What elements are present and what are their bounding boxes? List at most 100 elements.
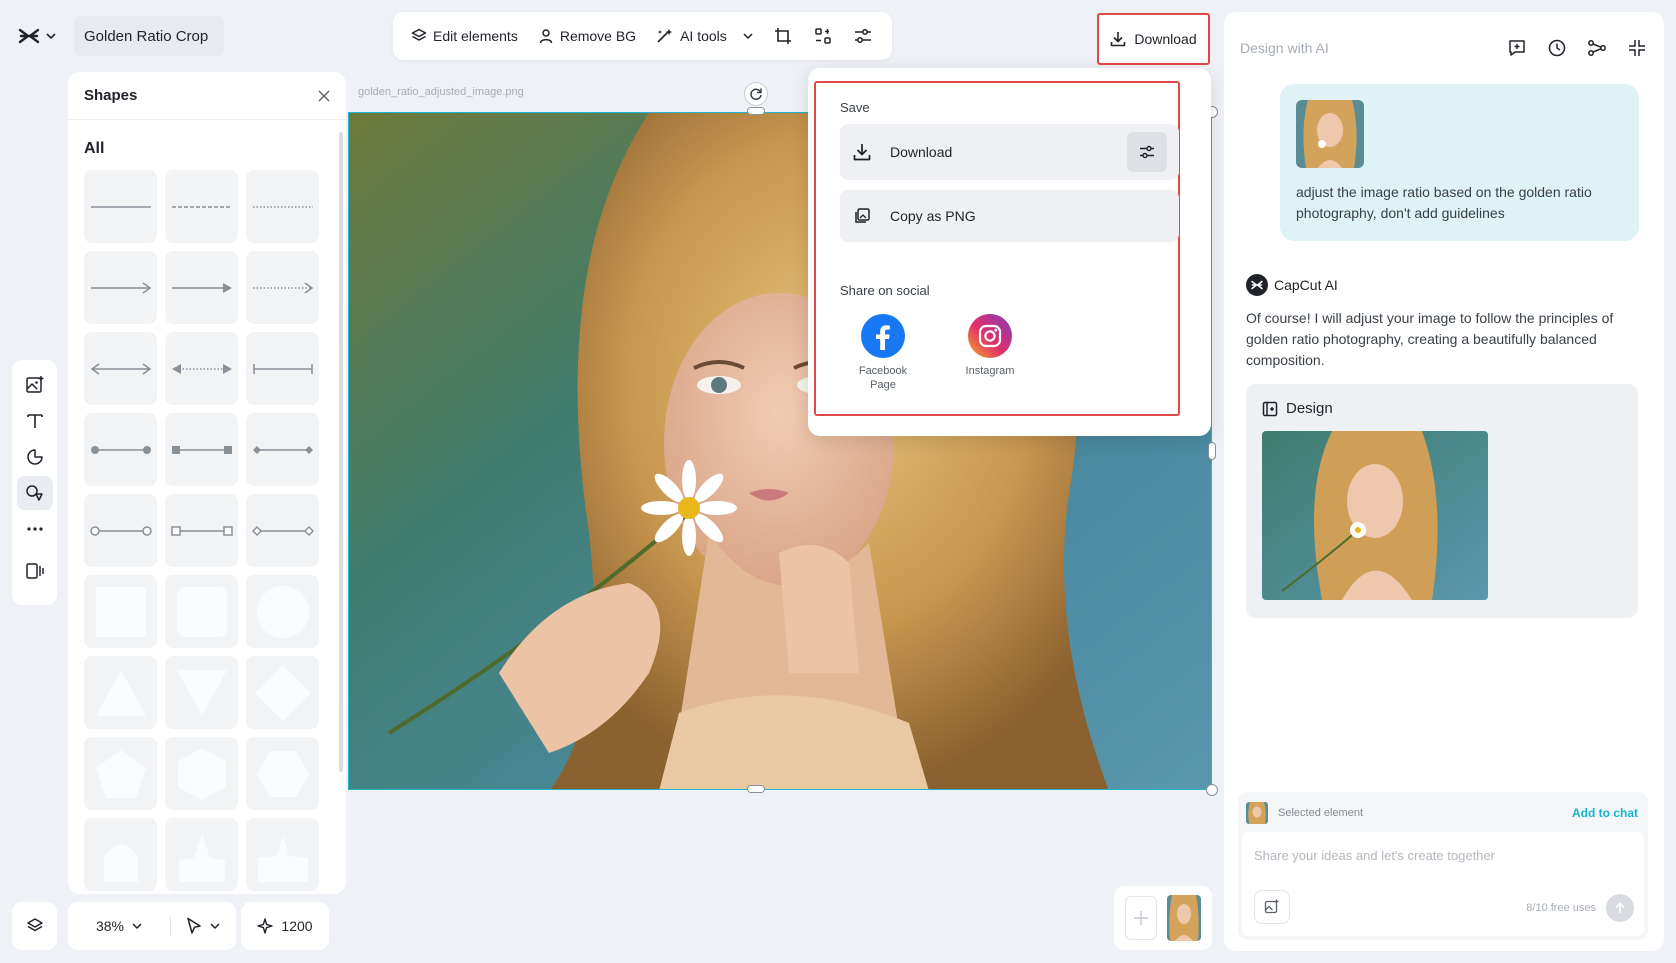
- add-page-button[interactable]: [1125, 896, 1157, 940]
- rail-text-button[interactable]: [17, 404, 53, 438]
- ai-tools-label: AI tools: [680, 28, 727, 44]
- shape-partial-3[interactable]: [246, 818, 319, 891]
- chat-input[interactable]: [1254, 848, 1614, 863]
- panel-toggle-icon: [25, 562, 45, 580]
- download-settings-button[interactable]: [1127, 132, 1167, 172]
- rotate-handle[interactable]: [744, 82, 768, 106]
- page-thumbnail[interactable]: [1167, 895, 1201, 941]
- shape-square-outline-ended-line[interactable]: [165, 494, 238, 567]
- shape-dot-ended-line[interactable]: [84, 413, 157, 486]
- close-icon[interactable]: [318, 90, 330, 102]
- history-icon[interactable]: [1546, 37, 1568, 59]
- layers-button[interactable]: [12, 902, 57, 950]
- shape-dotted-arrow-line[interactable]: [246, 251, 319, 324]
- shape-double-arrow-line[interactable]: [84, 332, 157, 405]
- copy-as-png-option[interactable]: Copy as PNG: [840, 190, 1179, 242]
- rail-panel-toggle-button[interactable]: [17, 554, 53, 588]
- shapes-panel: Shapes All: [68, 72, 346, 894]
- remove-bg-button[interactable]: Remove BG: [530, 18, 644, 54]
- free-uses-counter: 8/10 free uses: [1526, 902, 1596, 914]
- download-icon: [1110, 31, 1126, 47]
- shape-square-ended-line[interactable]: [165, 413, 238, 486]
- shape-diamond-ended-line[interactable]: [246, 413, 319, 486]
- remove-bg-label: Remove BG: [559, 28, 637, 44]
- shape-triangle[interactable]: [84, 656, 157, 729]
- shape-rounded-square[interactable]: [165, 575, 238, 648]
- selected-element-bar: Selected element Add to chat: [1246, 802, 1638, 824]
- edit-elements-button[interactable]: Edit elements: [403, 18, 526, 54]
- shape-circle[interactable]: [246, 575, 319, 648]
- resize-handle-right[interactable]: [1208, 442, 1216, 460]
- pointer-mode-control[interactable]: [170, 902, 236, 950]
- download-button[interactable]: Download: [1097, 13, 1210, 65]
- shape-dotted-double-arrow-line[interactable]: [165, 332, 238, 405]
- add-to-chat-link[interactable]: Add to chat: [1572, 806, 1638, 820]
- rail-image-button[interactable]: [17, 368, 53, 402]
- shape-partial-2[interactable]: [165, 818, 238, 891]
- user-message-thumbnail[interactable]: [1296, 100, 1364, 168]
- adjust-button[interactable]: [845, 18, 881, 54]
- project-title[interactable]: Golden Ratio Crop: [74, 16, 225, 56]
- ai-tools-button[interactable]: AI tools: [648, 18, 761, 54]
- attach-image-button[interactable]: [1254, 890, 1290, 924]
- more-dots-icon: [26, 526, 44, 532]
- new-chat-icon[interactable]: [1506, 37, 1528, 59]
- panel-title: Design with AI: [1240, 40, 1329, 56]
- app-menu-button[interactable]: [12, 18, 72, 54]
- shape-dashed-line[interactable]: [165, 170, 238, 243]
- crop-button[interactable]: [765, 18, 801, 54]
- instagram-share-button[interactable]: Instagram: [945, 314, 1035, 378]
- send-button[interactable]: [1606, 894, 1634, 922]
- zoom-control[interactable]: 38%: [68, 902, 170, 950]
- facebook-share-button[interactable]: Facebook Page: [838, 314, 928, 392]
- design-label: Design: [1286, 400, 1333, 417]
- sticker-icon: [26, 448, 44, 466]
- crop-icon: [774, 27, 792, 45]
- layers-icon: [411, 28, 427, 44]
- ai-author: CapCut AI: [1246, 274, 1338, 296]
- shape-bar-ended-line[interactable]: [246, 332, 319, 405]
- shape-diamond-outline-ended-line[interactable]: [246, 494, 319, 567]
- shape-dotted-line[interactable]: [246, 170, 319, 243]
- chevron-down-icon: [46, 32, 56, 40]
- resize-handle-top[interactable]: [747, 107, 765, 115]
- sliders-icon: [854, 27, 872, 45]
- shape-pentagon[interactable]: [84, 737, 157, 810]
- shape-hexagon-flat[interactable]: [246, 737, 319, 810]
- collapse-icon[interactable]: [1626, 37, 1648, 59]
- shape-solid-line[interactable]: [84, 170, 157, 243]
- resize-handle-bottom-right[interactable]: [1206, 784, 1218, 796]
- save-section-label: Save: [840, 100, 870, 115]
- shape-partial-1[interactable]: [84, 818, 157, 891]
- chevron-down-icon: [132, 922, 142, 930]
- shape-arrow-filled-line[interactable]: [165, 251, 238, 324]
- resize-handle-bottom[interactable]: [747, 785, 765, 793]
- download-button-label: Download: [1134, 31, 1197, 47]
- shape-diamond[interactable]: [246, 656, 319, 729]
- shape-circle-outline-ended-line[interactable]: [84, 494, 157, 567]
- arrange-button[interactable]: [805, 18, 841, 54]
- download-popover: Save Download Copy as PNG Share on socia…: [808, 68, 1211, 436]
- chevron-down-icon: [743, 32, 753, 40]
- design-result-thumbnail[interactable]: [1262, 431, 1488, 600]
- rail-more-button[interactable]: [17, 512, 53, 546]
- arrange-icon: [814, 27, 832, 45]
- user-message-text: adjust the image ratio based on the gold…: [1296, 184, 1592, 221]
- shape-inverted-triangle[interactable]: [165, 656, 238, 729]
- chat-composer: Selected element Add to chat 8/10 free u…: [1238, 792, 1648, 940]
- rail-shapes-button[interactable]: [16, 476, 53, 510]
- plus-icon: [1133, 910, 1149, 926]
- shape-square[interactable]: [84, 575, 157, 648]
- capcut-ai-avatar-icon: [1246, 274, 1268, 296]
- rotate-icon: [749, 87, 763, 101]
- rail-sticker-button[interactable]: [17, 440, 53, 474]
- sliders-icon: [1138, 144, 1156, 160]
- copy-image-icon: [852, 206, 872, 226]
- download-option[interactable]: Download: [840, 124, 1179, 180]
- shapes-scrollbar[interactable]: [339, 132, 343, 772]
- instagram-label: Instagram: [965, 365, 1015, 377]
- shape-arrow-line[interactable]: [84, 251, 157, 324]
- share-icon[interactable]: [1586, 37, 1608, 59]
- shape-hexagon[interactable]: [165, 737, 238, 810]
- credits-button[interactable]: 1200: [241, 902, 329, 950]
